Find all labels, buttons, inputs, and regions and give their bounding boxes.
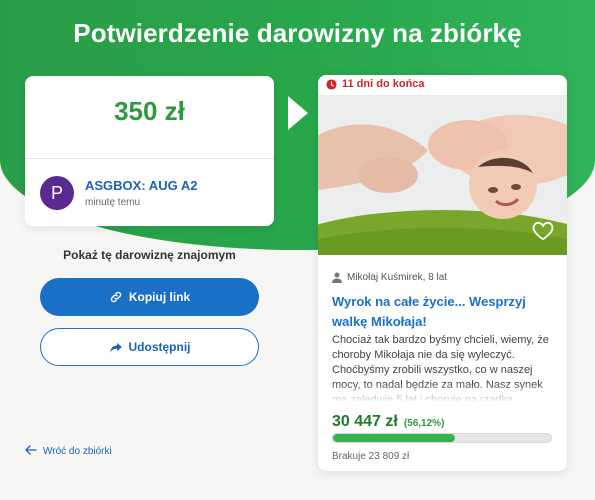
- fundraiser-photo: [318, 95, 567, 255]
- donor-name: ASGBOX: AUG A2: [85, 178, 198, 193]
- days-left-badge: 11 dni do końca: [326, 78, 425, 90]
- share-heading: Pokaż tę darowiznę znajomym: [63, 248, 236, 262]
- organizer-label: Mikołaj Kuśmirek, 8 lat: [347, 272, 448, 283]
- days-left-label: 11 dni do końca: [342, 78, 425, 90]
- share-arrow-icon: [109, 340, 123, 354]
- clock-icon: [326, 78, 337, 90]
- copy-link-button[interactable]: Kopiuj link: [40, 278, 259, 316]
- page-title: Potwierdzenie darowizny na zbiórkę: [73, 18, 522, 48]
- donation-time: minutę temu: [85, 197, 141, 208]
- share-button[interactable]: Udostępnij: [40, 328, 259, 366]
- donation-card: 350 zł P ASGBOX: AUG A2 minutę temu: [25, 76, 274, 226]
- divider: [25, 158, 274, 159]
- raised-percent: (56,12%): [403, 418, 445, 429]
- raised-amount: 30 447 zł (56,12%): [332, 413, 444, 431]
- share-label: Udostępnij: [128, 340, 191, 354]
- fundraiser-card[interactable]: 11 dni do końca Mikołaj Kuśmirek, 8 lat …: [318, 75, 567, 471]
- remaining-amount: Brakuje 23 809 zł: [332, 451, 410, 462]
- favorite-heart-icon[interactable]: [532, 221, 554, 241]
- arrow-right-icon: [288, 96, 308, 130]
- fundraiser-title[interactable]: Wyrok na całe życie... Wesprzyj walkę Mi…: [332, 292, 557, 332]
- user-icon: [332, 272, 342, 283]
- child-photo-illustration: [318, 95, 567, 255]
- back-link[interactable]: Wróć do zbiórki: [25, 445, 112, 458]
- avatar: P: [40, 176, 74, 210]
- donation-amount: 350 zł: [114, 96, 185, 126]
- progress-fill: [333, 434, 456, 442]
- arrow-left-icon: [25, 445, 37, 458]
- description-fade: [332, 383, 557, 403]
- link-icon: [109, 290, 123, 304]
- organizer: Mikołaj Kuśmirek, 8 lat: [332, 272, 447, 283]
- progress-bar: [332, 433, 552, 443]
- copy-link-label: Kopiuj link: [128, 290, 191, 304]
- back-link-label: Wróć do zbiórki: [43, 446, 112, 457]
- raised-value: 30 447 zł: [332, 413, 398, 430]
